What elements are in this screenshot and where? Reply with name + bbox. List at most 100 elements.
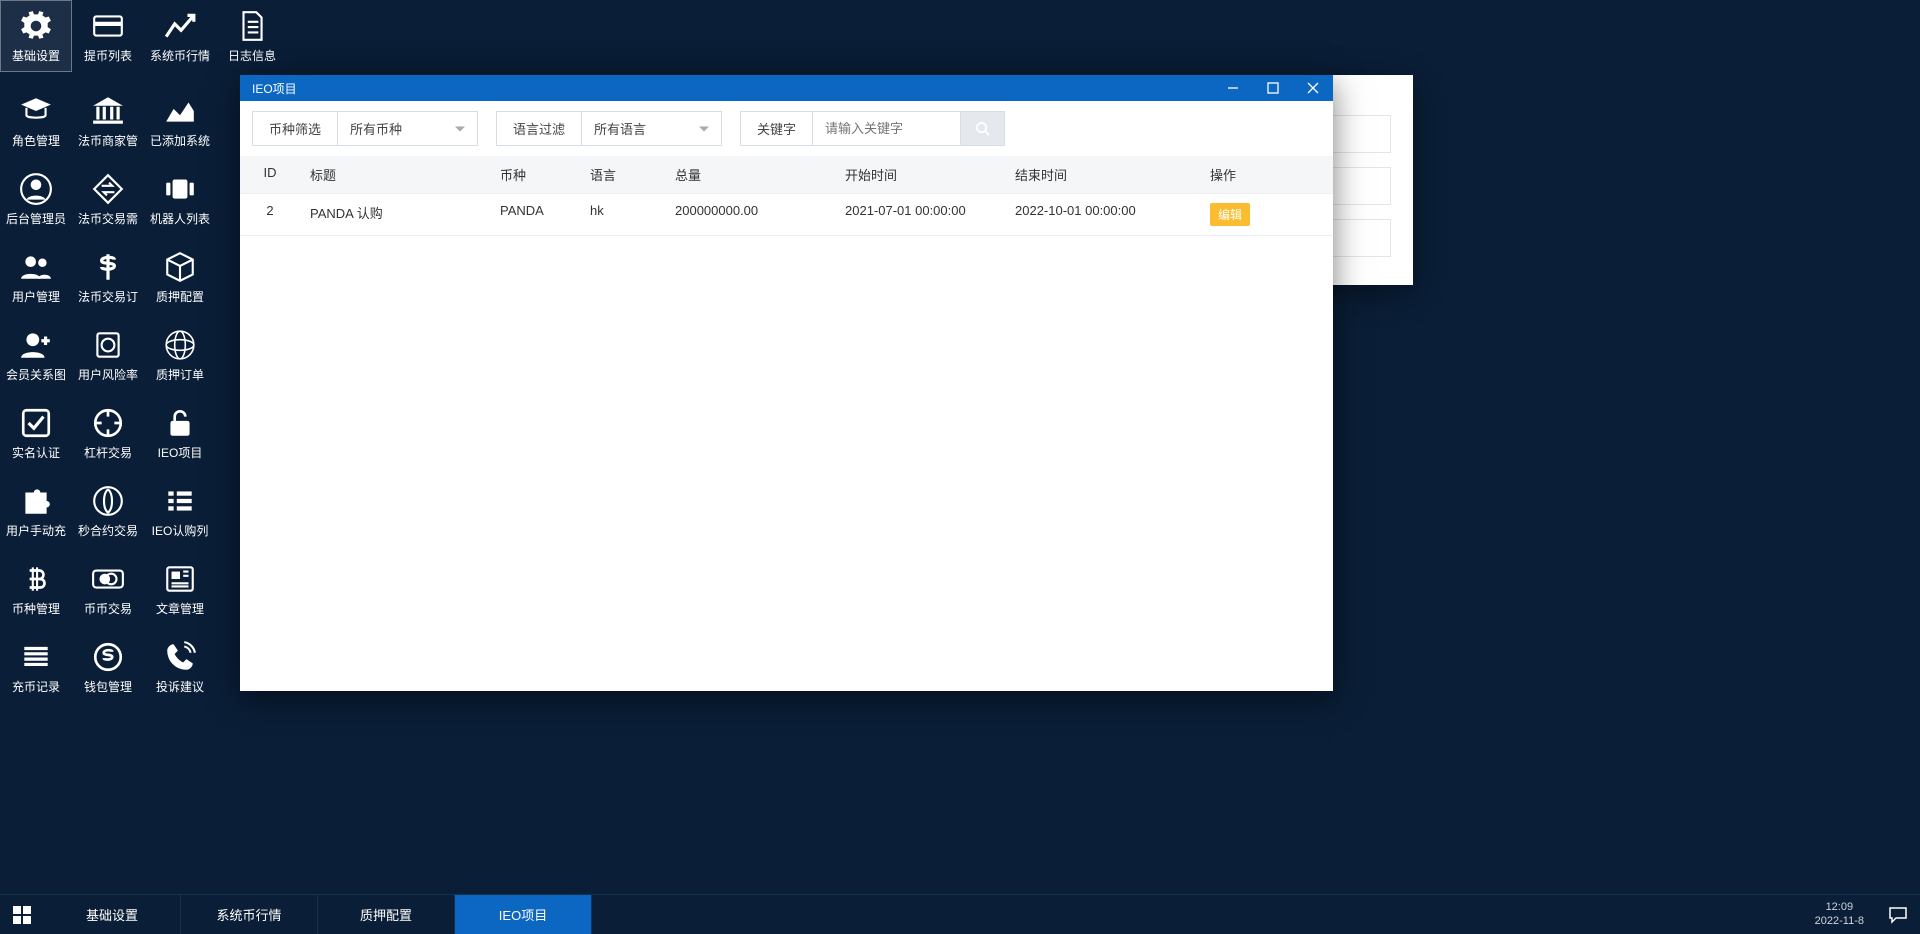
exchange-icon	[90, 171, 126, 207]
gears-icon	[18, 8, 54, 44]
desktop-icon-exchange[interactable]: 法币交易需	[72, 163, 144, 235]
skype-icon	[90, 639, 126, 675]
desktop-icon-label: 用户风险率	[78, 366, 138, 383]
desktop-icons: 角色管理法币商家管已添加系统后台管理员法币交易需机器人列表用户管理法币交易订质押…	[0, 85, 220, 709]
lines-icon	[18, 639, 54, 675]
desktop-icon-puzzle[interactable]: 用户手动充	[0, 475, 72, 547]
desktop-icon-label: 角色管理	[12, 132, 60, 149]
list-icon	[162, 483, 198, 519]
titlebar[interactable]: IEO项目	[240, 75, 1333, 101]
desktop-icon-label: IEO项目	[158, 444, 203, 461]
desktop-icon-lines[interactable]: 充币记录	[0, 631, 72, 703]
desktop-icon-user-circ[interactable]: 后台管理员	[0, 163, 72, 235]
keyword-input[interactable]	[825, 121, 948, 136]
desktop-icon-skype[interactable]: 钱包管理	[72, 631, 144, 703]
desktop-icon-phone[interactable]: 投诉建议	[144, 631, 216, 703]
area-icon	[162, 93, 198, 129]
desktop-icon-grad[interactable]: 角色管理	[0, 85, 72, 157]
desktop-icon-news[interactable]: 文章管理	[144, 553, 216, 625]
lang-filter-select[interactable]: 所有语言	[581, 112, 721, 145]
user-circ-icon	[18, 171, 54, 207]
desktop-icon-check-sq[interactable]: 实名认证	[0, 397, 72, 469]
taskbar-clock[interactable]: 12:09 2022-11-8	[1803, 895, 1876, 934]
cell-start: 2021-07-01 00:00:00	[835, 194, 1005, 235]
clock-date: 2022-11-8	[1815, 915, 1864, 928]
desktop-icon-mastercard[interactable]: 币币交易	[72, 553, 144, 625]
col-op: 操作	[1200, 156, 1310, 193]
desktop-icon-label: 会员关系图	[6, 366, 66, 383]
desktop-icon-label: IEO认购列	[152, 522, 209, 539]
desktop-icon-user-plus[interactable]: 会员关系图	[0, 319, 72, 391]
desktop-icon-dollar[interactable]: 法币交易订	[72, 241, 144, 313]
col-total: 总量	[665, 156, 835, 193]
mastercard-icon	[90, 561, 126, 597]
keyword-filter-group: 关键字	[740, 111, 1005, 146]
ring-icon	[90, 405, 126, 441]
taskbar: 基础设置系统币行情质押配置IEO项目 12:09 2022-11-8	[0, 894, 1920, 934]
desktop-icon-area[interactable]: 已添加系统	[144, 85, 216, 157]
desktop-icon-btc[interactable]: 币种管理	[0, 553, 72, 625]
desktop-icon-cube[interactable]: 质押配置	[144, 241, 216, 313]
check-sq-icon	[18, 405, 54, 441]
desktop-icon-label: 用户管理	[12, 288, 60, 305]
col-start: 开始时间	[835, 156, 1005, 193]
desktop-icon-label: 钱包管理	[84, 678, 132, 695]
phone-icon	[162, 639, 198, 675]
desktop-icon-label: 用户手动充	[6, 522, 66, 539]
bg-close-button[interactable]	[1373, 75, 1413, 101]
lang-filter-label: 语言过滤	[497, 112, 581, 145]
shield-icon	[90, 327, 126, 363]
desktop-icon-users[interactable]: 用户管理	[0, 241, 72, 313]
col-coin: 币种	[490, 156, 580, 193]
chart-line-icon	[162, 8, 198, 44]
ieo-table: ID 标题 币种 语言 总量 开始时间 结束时间 操作 2PANDA 认购PAN…	[240, 156, 1333, 236]
minimize-button[interactable]	[1213, 75, 1253, 101]
sphere-icon	[162, 327, 198, 363]
taskbar-tab[interactable]: 系统币行情	[181, 895, 318, 934]
close-button[interactable]	[1293, 75, 1333, 101]
desktop-icon-sphere[interactable]: 质押订单	[144, 319, 216, 391]
windows-icon	[13, 906, 31, 924]
taskbar-tab[interactable]: IEO项目	[455, 895, 592, 934]
start-button[interactable]	[0, 895, 44, 934]
desktop-icon-unlock[interactable]: IEO项目	[144, 397, 216, 469]
desktop-icon-carousel[interactable]: 机器人列表	[144, 163, 216, 235]
cell-total: 200000000.00	[665, 194, 835, 235]
desktop-icon-label: 币币交易	[84, 600, 132, 617]
coin-filter-select[interactable]: 所有币种	[337, 112, 477, 145]
cell-op: 编辑	[1200, 194, 1310, 235]
clock-time: 12:09	[1826, 901, 1854, 914]
search-button[interactable]	[960, 112, 1004, 145]
news-icon	[162, 561, 198, 597]
desktop-icon-ring[interactable]: 杠杆交易	[72, 397, 144, 469]
desktop-icon-file[interactable]: 日志信息	[216, 0, 288, 72]
coin-filter-group: 币种筛选 所有币种	[252, 111, 478, 146]
bg-maximize-button[interactable]	[1333, 75, 1373, 101]
file-icon	[234, 8, 270, 44]
desktop-icon-label: 文章管理	[156, 600, 204, 617]
cell-end: 2022-10-01 00:00:00	[1005, 194, 1200, 235]
desktop-icon-label: 日志信息	[228, 47, 276, 64]
desktop-icon-bank[interactable]: 法币商家管	[72, 85, 144, 157]
unlock-icon	[162, 405, 198, 441]
desktop-icon-list[interactable]: IEO认购列	[144, 475, 216, 547]
taskbar-tab[interactable]: 基础设置	[44, 895, 181, 934]
table-row[interactable]: 2PANDA 认购PANDAhk200000000.002021-07-01 0…	[240, 194, 1333, 236]
lang-filter-group: 语言过滤 所有语言	[496, 111, 722, 146]
desktop-icon-chart-line[interactable]: 系统币行情	[144, 0, 216, 72]
card-icon	[90, 8, 126, 44]
desktop-icon-gears[interactable]: 基础设置	[0, 0, 72, 72]
desktop-icon-label: 系统币行情	[150, 47, 210, 64]
taskbar-tab[interactable]: 质押配置	[318, 895, 455, 934]
edit-button[interactable]: 编辑	[1210, 203, 1250, 226]
desktop-icon-label: 法币交易订	[78, 288, 138, 305]
desktop-icon-label: 后台管理员	[6, 210, 66, 227]
desktop-icon-rebel[interactable]: 秒合约交易	[72, 475, 144, 547]
maximize-button[interactable]	[1253, 75, 1293, 101]
puzzle-icon	[18, 483, 54, 519]
taskbar-chat[interactable]	[1876, 895, 1920, 934]
desktop-icon-card[interactable]: 提币列表	[72, 0, 144, 72]
desktop-icon-shield[interactable]: 用户风险率	[72, 319, 144, 391]
desktop-icon-label: 质押订单	[156, 366, 204, 383]
cell-lang: hk	[580, 194, 665, 235]
